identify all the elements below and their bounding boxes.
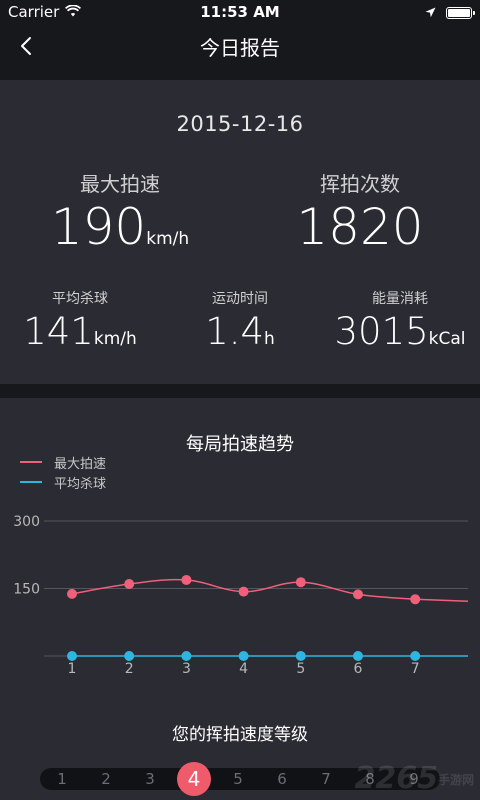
y-tick-label-150: 150 (13, 582, 40, 598)
avg-smash-point-4 (238, 651, 249, 661)
calories-unit: kCal (428, 329, 466, 349)
level-item-5: 5 (233, 770, 243, 788)
level-current-4: 4 (177, 762, 211, 796)
trend-chart: 150 300 1 2 3 4 5 6 7 (13, 514, 469, 677)
x-tick-label-4: 4 (239, 661, 248, 677)
chart-legend: 最大拍速 平均杀球 (20, 452, 106, 492)
level-item-7: 7 (321, 770, 331, 788)
calories-label: 能量消耗 (372, 291, 428, 307)
swing-count-value: 1820 (240, 198, 480, 256)
max-speed-point-3 (181, 574, 192, 585)
legend-item-avg: 平均杀球 (20, 472, 106, 492)
avg-smash-label: 平均杀球 (52, 291, 108, 307)
exercise-time-unit: h (264, 329, 275, 349)
legend-line-max (20, 461, 42, 463)
calories-value: 3015kCal (320, 310, 480, 353)
x-tick-label-7: 7 (411, 661, 420, 677)
page-title: 今日报告 (200, 36, 280, 60)
max-speed-label: 最大拍速 (80, 172, 160, 196)
status-time: 11:53 AM (200, 3, 280, 21)
level-item-6: 6 (277, 770, 287, 788)
watermark-logo: 2265手游网 (354, 761, 474, 796)
avg-smash-point-6 (353, 651, 363, 661)
summary-card: 2015-12-16 最大拍速 190km/h 挥拍次数 1820 平均杀球 1… (0, 80, 480, 384)
avg-smash-point-2 (124, 651, 135, 661)
legend-item-max: 最大拍速 (20, 452, 106, 472)
status-bar: Carrier 11:53 AM (0, 0, 480, 24)
battery-icon (446, 7, 475, 19)
max-speed-point-2 (124, 579, 135, 589)
level-item-3: 3 (145, 770, 155, 788)
max-speed-value: 190km/h (0, 198, 240, 256)
max-speed-number: 190 (50, 198, 147, 256)
max-speed-point-7 (410, 594, 421, 605)
status-right (425, 4, 475, 22)
level-item-2: 2 (101, 770, 111, 788)
swing-count-label: 挥拍次数 (320, 172, 400, 196)
avg-smash-point-1 (67, 651, 77, 661)
nav-bar: 今日报告 (0, 24, 480, 68)
max-speed-point-5 (295, 577, 306, 588)
avg-smash-point-5 (295, 651, 306, 661)
x-tick-label-2: 2 (125, 661, 134, 677)
avg-smash-point-3 (181, 651, 192, 661)
max-speed-unit: km/h (146, 229, 190, 249)
y-tick-label-300: 300 (13, 514, 40, 530)
max-speed-point-4 (238, 586, 249, 597)
max-speed-point-6 (353, 589, 363, 600)
level-item-1: 1 (57, 770, 67, 788)
battery-fill (448, 9, 470, 17)
exercise-time-value: 1.4h (160, 310, 320, 353)
report-date: 2015-12-16 (176, 112, 304, 136)
x-tick-label-3: 3 (182, 661, 191, 677)
x-tick-label-6: 6 (354, 661, 363, 677)
x-tick-label-1: 1 (68, 661, 77, 677)
exercise-time-number: 1.4 (205, 310, 265, 353)
max-speed-point-1 (67, 588, 77, 599)
calories-number: 3015 (334, 310, 429, 353)
x-tick-label-5: 5 (296, 661, 305, 677)
trend-card: 每局拍速趋势 最大拍速 平均杀球 150 300 1 2 3 4 5 6 7 您的挥拍速度等级 … (0, 398, 480, 800)
legend-line-avg (20, 481, 42, 483)
swing-count-number: 1820 (296, 198, 424, 256)
level-title: 您的挥拍速度等级 (172, 725, 308, 745)
legend-label-avg: 平均杀球 (54, 476, 107, 492)
avg-smash-value: 141km/h (0, 310, 160, 353)
legend-label-max: 最大拍速 (54, 456, 107, 472)
exercise-time-label: 运动时间 (212, 291, 268, 307)
avg-smash-unit: km/h (93, 329, 137, 349)
avg-smash-point-7 (410, 651, 421, 661)
location-arrow-icon (425, 4, 436, 22)
avg-smash-number: 141 (23, 310, 94, 353)
